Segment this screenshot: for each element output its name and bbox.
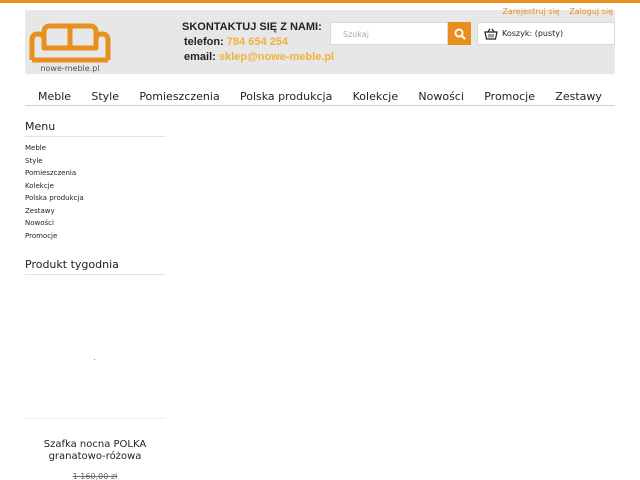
sidebar-item-nowosci[interactable]: Nowości xyxy=(25,217,84,230)
main-nav: Meble Style Pomieszczenia Polska produkc… xyxy=(25,88,615,106)
email-label: email: xyxy=(184,51,216,63)
menu-title: Menu xyxy=(25,120,165,137)
contact-email-row: email: sklep@nowe-meble.pl xyxy=(182,50,334,65)
user-links: Zarejestruj się Zaloguj się xyxy=(495,7,613,16)
top-accent-bar xyxy=(0,0,640,3)
logo-text: nowe-meble.pl xyxy=(40,64,100,73)
search-button[interactable] xyxy=(448,22,471,45)
product-old-price: 1 160,00 zł xyxy=(72,472,118,480)
nav-item-promocje[interactable]: Promocje xyxy=(484,90,535,103)
email-address[interactable]: sklep@nowe-meble.pl xyxy=(219,51,334,63)
cart-label: Koszyk: (pusty) xyxy=(502,29,564,38)
sidebar-item-zestawy[interactable]: Zestawy xyxy=(25,205,84,218)
product-name-line1: Szafka nocna POLKA xyxy=(43,439,147,450)
nav-item-style[interactable]: Style xyxy=(91,90,119,103)
nav-item-polska-produkcja[interactable]: Polska produkcja xyxy=(240,90,332,103)
contact-title: SKONTAKTUJ SIĘ Z NAMI: xyxy=(182,21,322,33)
sidebar-item-style[interactable]: Style xyxy=(25,155,84,168)
search-input[interactable]: Szukaj xyxy=(330,22,448,45)
sidebar-item-polska-produkcja[interactable]: Polska produkcja xyxy=(25,192,84,205)
product-image-placeholder[interactable] xyxy=(94,359,95,360)
product-week-title: Produkt tygodnia xyxy=(25,258,165,275)
product-name[interactable]: Szafka nocna POLKA granatowo-różowa xyxy=(25,439,165,463)
register-link[interactable]: Zarejestruj się xyxy=(502,7,559,16)
sidebar-item-pomieszczenia[interactable]: Pomieszczenia xyxy=(25,167,84,180)
search-icon xyxy=(454,28,466,40)
cart-button[interactable]: Koszyk: (pusty) xyxy=(477,22,615,45)
nav-item-zestawy[interactable]: Zestawy xyxy=(555,90,602,103)
contact-block: SKONTAKTUJ SIĘ Z NAMI: telefon: 784 654 … xyxy=(182,20,334,65)
contact-phone-row: telefon: 784 654 254 xyxy=(182,35,334,50)
sidebar-item-promocje[interactable]: Promocje xyxy=(25,230,84,243)
nav-item-kolekcje[interactable]: Kolekcje xyxy=(353,90,398,103)
product-divider xyxy=(25,418,165,419)
sidebar-item-kolekcje[interactable]: Kolekcje xyxy=(25,180,84,193)
login-link[interactable]: Zaloguj się xyxy=(569,7,613,16)
nav-item-nowosci[interactable]: Nowości xyxy=(418,90,464,103)
basket-icon xyxy=(484,27,498,40)
sidebar-item-meble[interactable]: Meble xyxy=(25,142,84,155)
product-name-line2: granatowo-różowa xyxy=(48,451,142,462)
nav-item-meble[interactable]: Meble xyxy=(38,90,71,103)
sofa-logo-icon xyxy=(29,23,111,63)
phone-label: telefon: xyxy=(184,36,224,48)
sidebar-menu: Meble Style Pomieszczenia Kolekcje Polsk… xyxy=(25,142,84,242)
nav-item-pomieszczenia[interactable]: Pomieszczenia xyxy=(139,90,219,103)
phone-number[interactable]: 784 654 254 xyxy=(227,36,288,48)
